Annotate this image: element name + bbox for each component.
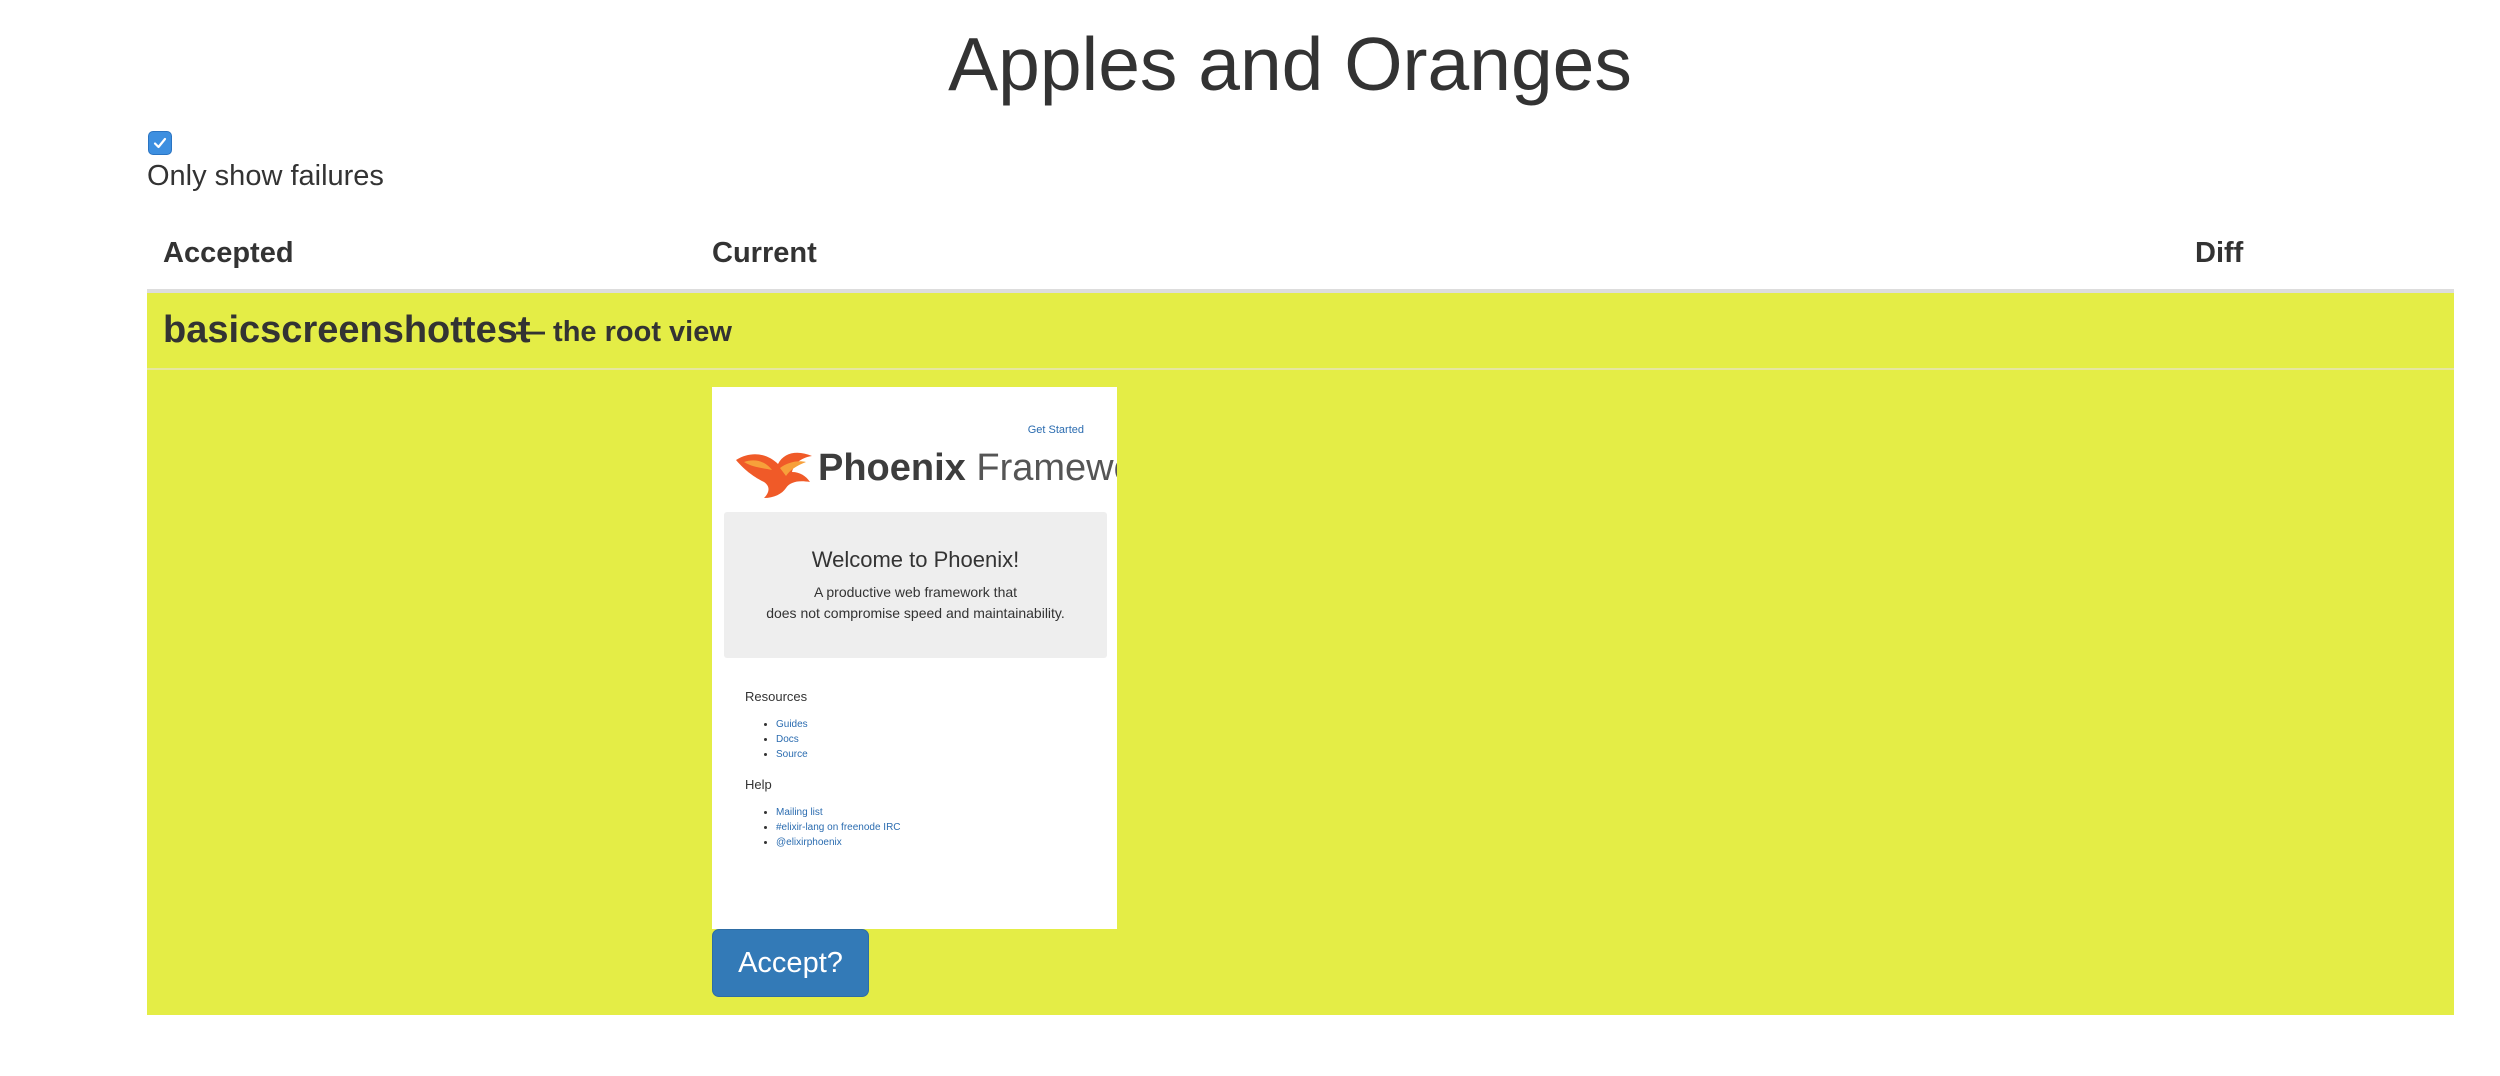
page-title: Apples and Oranges [948,22,1632,106]
snapshot-link-twitter: @elixirphoenix [776,837,842,848]
snapshot-resources-title: Resources [745,689,808,704]
snapshot-help-title: Help [745,777,772,792]
snapshot-tagline: A productive web framework that does not … [766,584,1065,621]
table-row [147,293,2454,1015]
column-header-current: Current [712,237,817,269]
snapshot-link-mailing-list: Mailing list [776,807,823,818]
row-divider [147,368,2454,370]
test-name: basicscreenshottest [163,309,531,351]
phoenix-logo-icon [736,452,812,498]
snapshot-get-started-link: Get Started [1027,424,1084,436]
snapshot-link-docs: Docs [776,734,799,745]
snapshot-link-guides: Guides [776,719,808,730]
snapshot-jumbotron: Welcome to Phoenix! A productive web fra… [724,512,1107,658]
snapshot-help-list: Mailing list #elixir-lang on freenode IR… [756,805,901,850]
only-failures-label[interactable]: Only show failures [147,158,384,194]
snapshot-link-irc: #elixir-lang on freenode IRC [776,822,901,833]
column-header-diff: Diff [2195,237,2244,269]
current-screenshot: Get Started Phoenix Framework Welcome to… [712,387,1117,929]
only-failures-checkbox[interactable] [148,131,172,155]
snapshot-logo-text: Phoenix Framework [818,447,1117,489]
snapshot-welcome-heading: Welcome to Phoenix! [811,547,1020,572]
column-header-accepted: Accepted [163,237,294,269]
snapshot-resources-list: Guides Docs Source [756,717,808,762]
test-description: — the root view [516,316,732,348]
accept-button[interactable]: Accept? [712,929,869,997]
snapshot-link-source: Source [776,749,808,760]
checkmark-icon [153,137,167,149]
